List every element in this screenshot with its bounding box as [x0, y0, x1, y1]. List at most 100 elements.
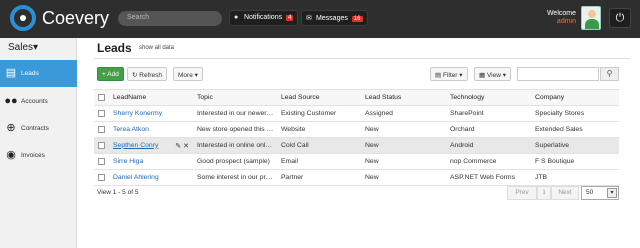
globe-icon: ◉	[6, 149, 16, 161]
column-header[interactable]: Topic	[193, 89, 277, 106]
table-cell: JTB	[531, 169, 619, 186]
welcome-text: Welcome admin	[520, 10, 576, 26]
table-cell: Extended Sales	[531, 121, 619, 138]
more-button[interactable]: More ▾	[173, 67, 203, 81]
select-all-checkbox[interactable]	[98, 93, 105, 101]
table-row[interactable]: Daniel Ahlering Some interest in our pr……	[94, 169, 619, 186]
lead-name-cell: Sherry Konermy	[109, 105, 193, 122]
more-label: More	[178, 72, 193, 79]
next-page-button[interactable]: Next	[551, 186, 579, 200]
avatar-body	[585, 19, 599, 29]
table-cell: New	[361, 153, 446, 170]
leads-icon: ▤	[5, 67, 17, 79]
lead-name-link[interactable]: Sirre Higa	[113, 158, 143, 165]
table-cell: Existing Customer	[277, 105, 361, 122]
show-all-data-link[interactable]: show all data	[139, 45, 174, 51]
search-input[interactable]: Search	[118, 11, 222, 26]
search-icon: ⚲	[606, 69, 613, 78]
refresh-button[interactable]: ↻ Refresh	[127, 67, 168, 81]
notifications-label: Notifications	[243, 14, 283, 21]
avatar-head	[588, 10, 596, 18]
avatar[interactable]	[581, 6, 601, 30]
lead-name-link[interactable]: Sherry Konermy	[113, 110, 162, 117]
sidebar-item-label: Accounts	[21, 98, 48, 105]
page-title: Leads	[97, 41, 132, 55]
table-cell: Some interest in our pr…	[193, 169, 277, 186]
row-checkbox[interactable]	[98, 173, 105, 181]
sidebar-item-invoices[interactable]: ◉ Invoices	[0, 142, 77, 169]
filter-button[interactable]: ▤ Filter ▾	[430, 67, 468, 81]
row-checkbox[interactable]	[98, 157, 105, 165]
people-icon: ●●	[4, 95, 18, 107]
select-all-cell	[94, 89, 109, 106]
top-bar: Coevery Search ● Notifications 4 ✉ Messa…	[0, 0, 640, 38]
lead-name-cell: Septhen Conry ✎ ✕	[109, 137, 193, 154]
lead-name-link[interactable]: Terea Atkon	[113, 126, 149, 133]
table-row[interactable]: Sirre Higa Good prospect (sample) Email …	[94, 153, 619, 170]
lead-name-link[interactable]: Daniel Ahlering	[113, 174, 159, 181]
table-cell: Website	[277, 121, 361, 138]
column-header[interactable]: Lead Status	[361, 89, 446, 106]
table-cell: nop Commerce	[446, 153, 531, 170]
refresh-label: Refresh	[139, 72, 163, 79]
target-icon: ⊕	[6, 122, 16, 134]
row-checkbox[interactable]	[98, 109, 105, 117]
notification-icon: ●	[234, 14, 239, 21]
table-cell: F S Boutique	[531, 153, 619, 170]
view-label: View	[486, 72, 501, 79]
column-header[interactable]: Company	[531, 89, 619, 106]
sidebar-item-label: Contracts	[21, 125, 49, 132]
table-cell: Cold Call	[277, 137, 361, 154]
view-button[interactable]: ▦ View ▾	[474, 67, 512, 81]
lead-name-cell: Terea Atkon	[109, 121, 193, 138]
coevery-logo-icon[interactable]	[10, 5, 36, 31]
row-actions: ✎ ✕	[175, 142, 189, 150]
messages-label: Messages	[315, 15, 348, 22]
table-cell: SharePoint	[446, 105, 531, 122]
row-select-cell	[94, 153, 109, 170]
page-size-select[interactable]: 50 ▾	[581, 186, 619, 200]
edit-icon[interactable]: ✎	[175, 143, 181, 150]
column-header[interactable]: LeadName	[109, 89, 193, 106]
notifications-count-badge: 4	[286, 15, 294, 21]
brand-name[interactable]: Coevery	[42, 8, 109, 29]
table-cell: Partner	[277, 169, 361, 186]
notifications-button[interactable]: ● Notifications 4	[229, 10, 299, 26]
sales-menu-dropdown[interactable]: Sales▾	[8, 42, 38, 53]
column-header[interactable]: Lead Source	[277, 89, 361, 106]
table-row[interactable]: Septhen Conry ✎ ✕ Interested in online o…	[94, 137, 619, 154]
sidebar-item-contracts[interactable]: ⊕ Contracts	[0, 115, 77, 142]
table-cell: New	[361, 169, 446, 186]
table-cell: New	[361, 121, 446, 138]
envelope-icon: ✉	[306, 15, 312, 22]
lead-name-link[interactable]: Septhen Conry	[113, 142, 158, 149]
leads-table: LeadName Topic Lead Source Lead Status T…	[94, 89, 619, 186]
chevron-down-icon: ▾	[33, 42, 39, 53]
sidebar-item-accounts[interactable]: ●● Accounts	[0, 88, 77, 115]
row-checkbox[interactable]	[98, 125, 105, 133]
table-row[interactable]: Sherry Konermy Interested in our newer… …	[94, 105, 619, 122]
current-page-button[interactable]: 1	[537, 186, 551, 200]
sidebar-item-leads[interactable]: ▤ Leads	[0, 60, 77, 87]
table-cell: New	[361, 137, 446, 154]
messages-button[interactable]: ✉ Messages 16	[301, 10, 368, 26]
grid-search-input[interactable]	[517, 67, 599, 81]
row-select-cell	[94, 121, 109, 138]
grid-view-icon: ▦	[479, 72, 486, 79]
row-checkbox[interactable]	[98, 141, 105, 149]
chevron-down-icon: ▾	[607, 188, 617, 198]
table-row[interactable]: Terea Atkon New store opened this … Webs…	[94, 121, 619, 138]
chevron-down-icon: ▾	[459, 72, 463, 79]
delete-icon[interactable]: ✕	[183, 143, 189, 150]
table-cell: Interested in our newer…	[193, 105, 277, 122]
user-name-link[interactable]: admin	[520, 18, 576, 26]
grid-search-button[interactable]: ⚲	[600, 67, 619, 81]
add-button[interactable]: + Add	[97, 67, 124, 81]
prev-page-button[interactable]: Prev	[507, 186, 537, 200]
logout-button[interactable]: ⏻	[609, 8, 631, 28]
divider	[94, 58, 630, 59]
records-summary: View 1 - 5 of 5	[97, 189, 139, 196]
refresh-icon: ↻	[132, 72, 138, 79]
table-cell: ASP.NET Web Forms	[446, 169, 531, 186]
column-header[interactable]: Technology	[446, 89, 531, 106]
